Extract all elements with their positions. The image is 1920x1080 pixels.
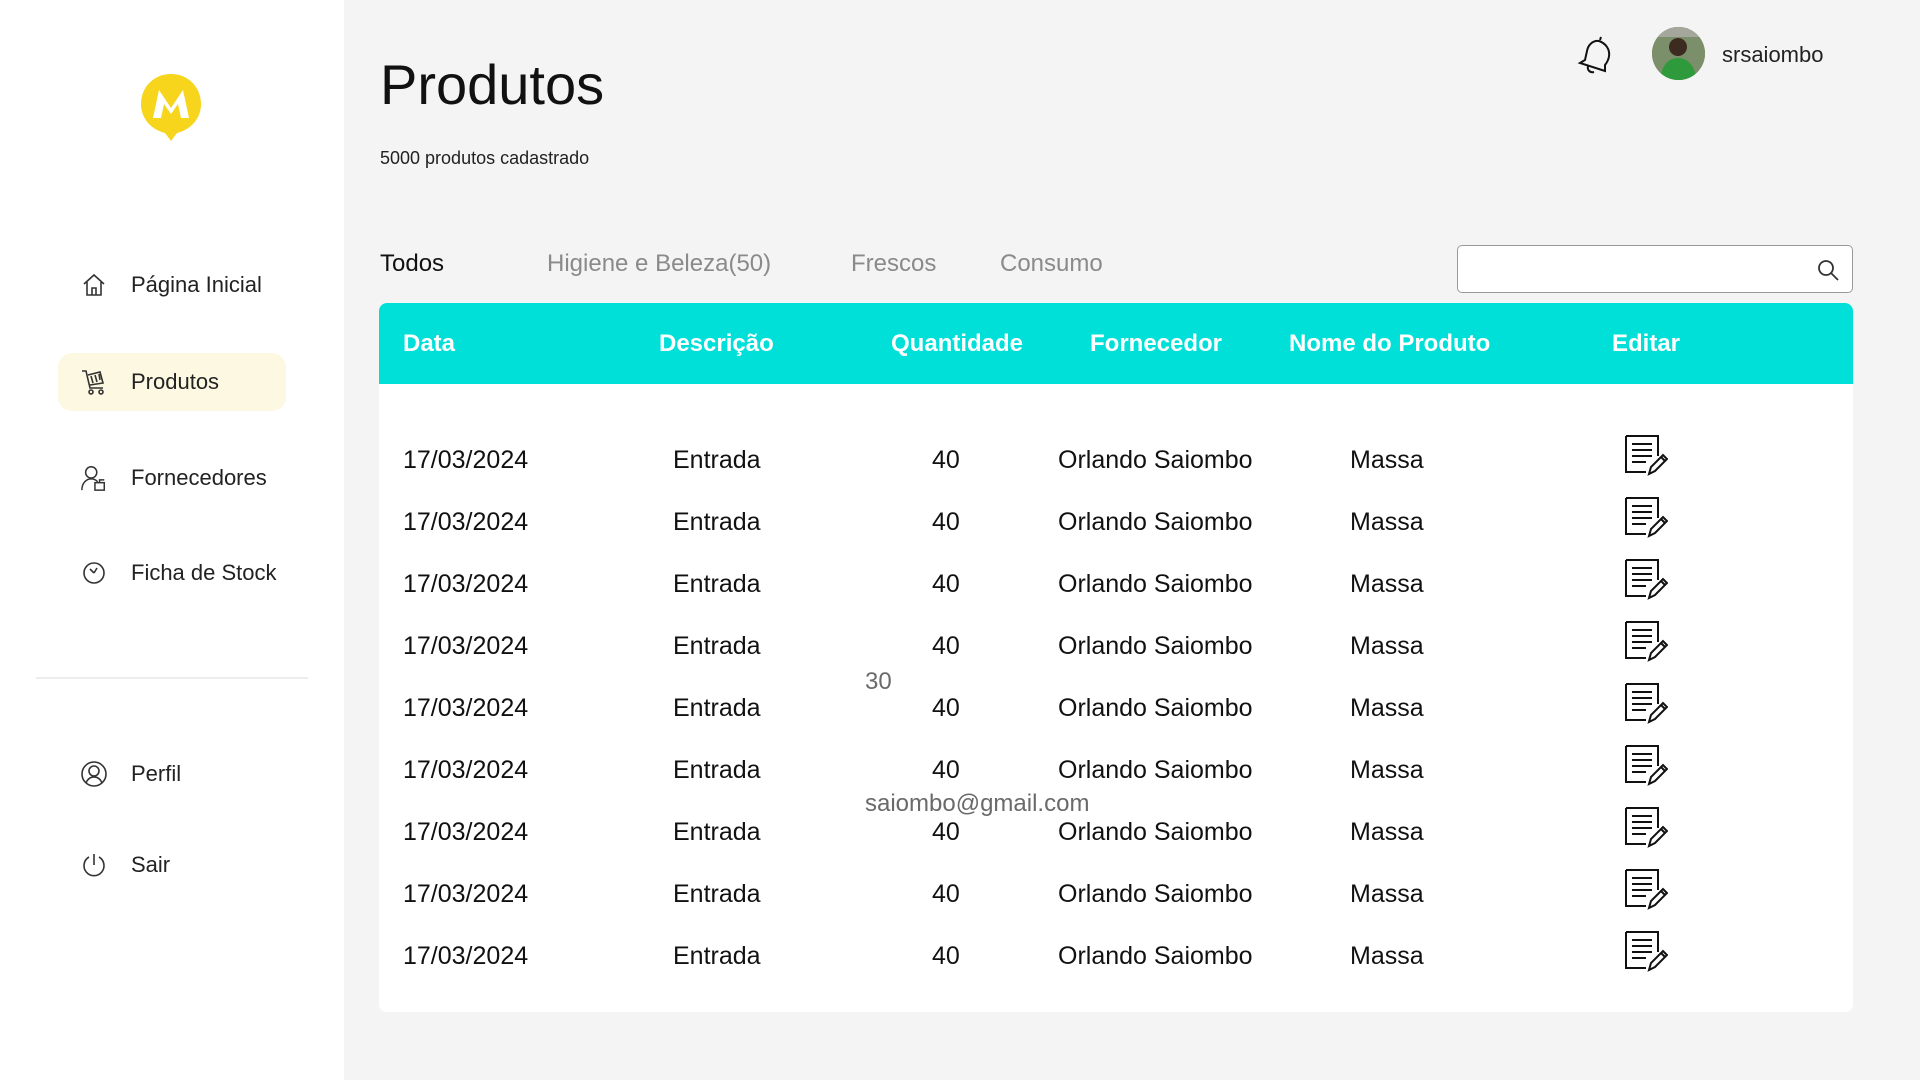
cell-quantidade: 40 [932,508,960,536]
cart-icon [80,368,108,396]
cell-data: 17/03/2024 [403,694,529,722]
cell-descricao: Entrada [673,508,761,536]
cell-descricao: Entrada [673,694,761,722]
cell-data: 17/03/2024 [403,508,529,536]
cell-descricao: Entrada [673,570,761,598]
page-title: Produtos [380,53,605,116]
avatar[interactable] [1652,27,1705,80]
edit-icon[interactable] [1622,556,1669,602]
cell-nome-do-produto: Massa [1350,446,1424,474]
home-icon [80,271,108,299]
search-input[interactable] [1468,254,1798,284]
tab-higiene-e-beleza[interactable]: Higiene e Beleza(50) [547,250,771,278]
cell-data: 17/03/2024 [403,942,529,970]
cell-fornecedor: Orlando Saiombo [1058,818,1253,846]
cell-descricao: Entrada [673,942,761,970]
sidebar-item-pagina-inicial[interactable]: Página Inicial [58,256,286,314]
cell-fornecedor: Orlando Saiombo [1058,570,1253,598]
cell-descricao: Entrada [673,632,761,660]
sidebar-divider [36,677,308,679]
column-header-editar[interactable]: Editar [1612,330,1680,358]
bell-icon[interactable] [1576,36,1616,76]
cell-quantidade: 40 [932,570,960,598]
cell-nome-do-produto: Massa [1350,818,1424,846]
cell-quantidade: 40 [932,632,960,660]
overlay-email: saiombo@gmail.com [865,790,1090,817]
sidebar: Página Inicial Produtos Fornecedores Fic… [0,0,344,1080]
edit-icon[interactable] [1622,618,1669,664]
cell-nome-do-produto: Massa [1350,694,1424,722]
sidebar-item-perfil[interactable]: Perfil [58,745,286,803]
edit-icon[interactable] [1622,804,1669,850]
cell-fornecedor: Orlando Saiombo [1058,508,1253,536]
cell-fornecedor: Orlando Saiombo [1058,694,1253,722]
edit-icon[interactable] [1622,742,1669,788]
cell-quantidade: 40 [932,756,960,784]
search-icon[interactable] [1816,258,1840,282]
sidebar-item-sair[interactable]: Sair [58,836,286,894]
cell-fornecedor: Orlando Saiombo [1058,880,1253,908]
edit-icon[interactable] [1622,928,1669,974]
sidebar-item-label: Ficha de Stock [131,560,277,585]
sidebar-item-label: Sair [131,852,171,877]
edit-icon[interactable] [1622,494,1669,540]
cell-data: 17/03/2024 [403,632,529,660]
m-logo-icon[interactable] [139,72,203,142]
edit-icon[interactable] [1622,432,1669,478]
tab-consumo[interactable]: Consumo [1000,250,1103,278]
cell-quantidade: 40 [932,818,960,846]
sidebar-item-label: Produtos [131,369,220,394]
cell-fornecedor: Orlando Saiombo [1058,942,1253,970]
clock-icon [80,559,108,587]
sidebar-item-label: Página Inicial [131,272,262,297]
cell-nome-do-produto: Massa [1350,942,1424,970]
cell-descricao: Entrada [673,818,761,846]
cell-quantidade: 40 [932,942,960,970]
cell-quantidade: 40 [932,694,960,722]
cell-data: 17/03/2024 [403,756,529,784]
column-header-fornecedor[interactable]: Fornecedor [1090,330,1222,358]
sidebar-item-label: Perfil [131,761,182,786]
cell-nome-do-produto: Massa [1350,756,1424,784]
cell-nome-do-produto: Massa [1350,880,1424,908]
cell-data: 17/03/2024 [403,880,529,908]
cell-fornecedor: Orlando Saiombo [1058,756,1253,784]
username[interactable]: srsaiombo [1722,42,1823,68]
cell-data: 17/03/2024 [403,446,529,474]
cell-descricao: Entrada [673,880,761,908]
column-header-data[interactable]: Data [403,330,455,358]
table-row: 17/03/2024 Entrada 40 Orlando Saiombo Massa [379,931,1853,1004]
column-header-descricao[interactable]: Descrição [659,330,774,358]
user-circle-icon [80,760,108,788]
supplier-icon [80,464,108,492]
overlay-number: 30 [865,668,892,695]
cell-quantidade: 40 [932,446,960,474]
column-header-quantidade[interactable]: Quantidade [891,330,1023,358]
cell-descricao: Entrada [673,446,761,474]
tab-todos[interactable]: Todos [380,250,444,278]
cell-descricao: Entrada [673,756,761,784]
cell-fornecedor: Orlando Saiombo [1058,632,1253,660]
product-count: 5000 produtos cadastrado [380,148,590,168]
products-table: Data Descrição Quantidade Fornecedor Nom… [379,303,1853,1012]
cell-nome-do-produto: Massa [1350,632,1424,660]
tab-frescos[interactable]: Frescos [851,250,936,278]
edit-icon[interactable] [1622,680,1669,726]
sidebar-item-fornecedores[interactable]: Fornecedores [58,449,286,507]
cell-nome-do-produto: Massa [1350,508,1424,536]
cell-quantidade: 40 [932,880,960,908]
column-header-nome-do-produto[interactable]: Nome do Produto [1289,330,1490,358]
sidebar-item-label: Fornecedores [131,465,267,490]
cell-data: 17/03/2024 [403,818,529,846]
table-header: Data Descrição Quantidade Fornecedor Nom… [379,303,1853,384]
power-icon [80,851,108,879]
sidebar-item-ficha-de-stock[interactable]: Ficha de Stock [58,544,286,602]
cell-nome-do-produto: Massa [1350,570,1424,598]
cell-fornecedor: Orlando Saiombo [1058,446,1253,474]
sidebar-item-produtos[interactable]: Produtos [58,353,286,411]
edit-icon[interactable] [1622,866,1669,912]
search-box[interactable] [1457,245,1853,293]
cell-data: 17/03/2024 [403,570,529,598]
